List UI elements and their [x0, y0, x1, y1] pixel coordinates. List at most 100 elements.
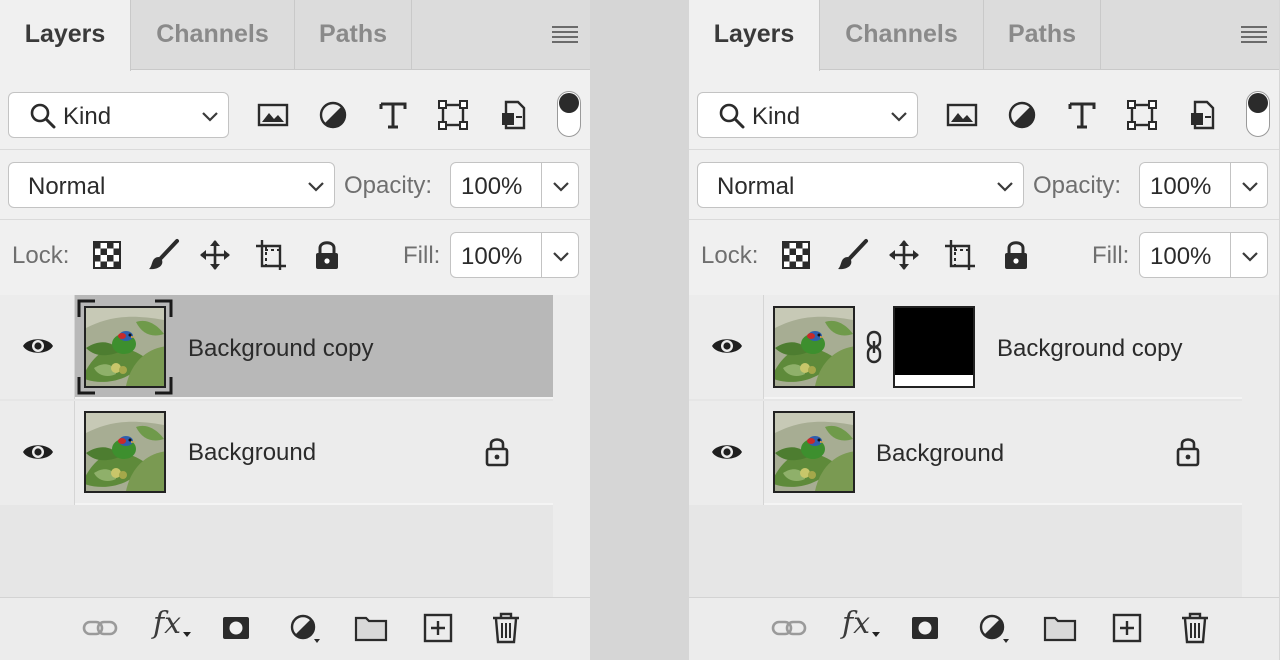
- lock-label: Lock:: [701, 242, 759, 269]
- panel-menu-icon[interactable]: [1241, 26, 1267, 44]
- new-adjustment-icon[interactable]: [975, 611, 1013, 645]
- opacity-field[interactable]: 100%: [450, 162, 579, 208]
- lock-all-icon[interactable]: [999, 238, 1033, 272]
- eye-icon: [711, 441, 743, 463]
- lock-label: Lock:: [12, 242, 70, 269]
- panel-menu-icon[interactable]: [552, 26, 578, 44]
- layer-mask-thumbnail[interactable]: [893, 306, 975, 388]
- filter-toggle-switch[interactable]: [557, 91, 581, 137]
- shape-filter-icon[interactable]: [1125, 98, 1159, 132]
- lock-artboard-icon[interactable]: [254, 238, 288, 272]
- type-filter-icon[interactable]: [1065, 98, 1099, 132]
- layer-row[interactable]: Background: [689, 401, 1242, 505]
- chevron-down-icon[interactable]: [552, 251, 570, 263]
- layer-name[interactable]: Background copy: [188, 335, 373, 363]
- type-filter-icon[interactable]: [376, 98, 410, 132]
- fx-icon[interactable]: fx: [842, 606, 881, 641]
- blend-mode-select[interactable]: Normal: [8, 162, 335, 208]
- visibility-toggle[interactable]: [689, 295, 764, 399]
- opacity-field[interactable]: 100%: [1139, 162, 1268, 208]
- fill-label: Fill:: [1092, 242, 1130, 269]
- lock-icon[interactable]: [484, 435, 510, 467]
- shape-filter-icon[interactable]: [436, 98, 470, 132]
- add-mask-icon[interactable]: [906, 611, 944, 645]
- lock-transparent-pixels-icon[interactable]: [90, 238, 124, 272]
- tab-paths[interactable]: Paths: [295, 0, 412, 70]
- fill-field[interactable]: 100%: [450, 232, 579, 278]
- chevron-down-icon[interactable]: [1241, 181, 1259, 193]
- new-layer-icon[interactable]: [419, 611, 457, 645]
- filter-kind-label: Kind: [752, 103, 801, 130]
- eye-icon: [22, 441, 54, 463]
- tab-layers[interactable]: Layers: [0, 0, 131, 71]
- lock-image-pixels-icon[interactable]: [836, 238, 870, 272]
- link-layers-icon[interactable]: [770, 611, 808, 645]
- lock-all-icon[interactable]: [310, 238, 344, 272]
- scrollbar[interactable]: [553, 295, 590, 597]
- layers-list: Background copy Background: [0, 295, 590, 597]
- visibility-toggle[interactable]: [0, 295, 75, 399]
- lock-image-pixels-icon[interactable]: [147, 238, 181, 272]
- layers-list: Background copy Background: [689, 295, 1279, 597]
- tab-paths[interactable]: Paths: [984, 0, 1101, 70]
- tab-layers[interactable]: Layers: [689, 0, 820, 71]
- filter-kind-select[interactable]: Kind: [8, 92, 229, 138]
- layer-name[interactable]: Background: [188, 439, 316, 467]
- panel-tab-bar: Layers Channels Paths: [689, 0, 1279, 71]
- chevron-down-icon: [996, 181, 1014, 193]
- fx-label: fx: [842, 606, 871, 641]
- layer-row[interactable]: Background copy: [0, 295, 553, 399]
- smart-object-filter-icon[interactable]: [1186, 98, 1220, 132]
- panel-tab-bar: Layers Channels Paths: [0, 0, 590, 71]
- fill-value: 100%: [1150, 243, 1212, 270]
- link-layers-icon[interactable]: [81, 611, 119, 645]
- smart-object-filter-icon[interactable]: [497, 98, 531, 132]
- opacity-value: 100%: [461, 173, 523, 200]
- visibility-toggle[interactable]: [689, 401, 764, 505]
- image-filter-icon[interactable]: [945, 98, 979, 132]
- lock-position-icon[interactable]: [198, 238, 232, 272]
- chevron-down-icon[interactable]: [1241, 251, 1259, 263]
- opacity-value: 100%: [1150, 173, 1212, 200]
- layer-name[interactable]: Background copy: [997, 335, 1182, 363]
- search-icon: [718, 102, 746, 130]
- layer-thumbnail[interactable]: [84, 411, 166, 493]
- blend-mode-select[interactable]: Normal: [697, 162, 1024, 208]
- lock-artboard-icon[interactable]: [943, 238, 977, 272]
- tab-channels[interactable]: Channels: [820, 0, 984, 70]
- layer-thumbnail[interactable]: [84, 306, 166, 388]
- lock-icon[interactable]: [1175, 435, 1201, 467]
- layer-thumbnail[interactable]: [773, 306, 855, 388]
- new-adjustment-icon[interactable]: [286, 611, 324, 645]
- image-filter-icon[interactable]: [256, 98, 290, 132]
- chevron-down-icon[interactable]: [552, 181, 570, 193]
- eye-icon: [22, 335, 54, 357]
- adjustment-filter-icon[interactable]: [316, 98, 350, 132]
- layer-name[interactable]: Background: [876, 440, 1004, 468]
- new-group-icon[interactable]: [1041, 611, 1079, 645]
- mask-link-icon[interactable]: [865, 330, 883, 364]
- add-mask-icon[interactable]: [217, 611, 255, 645]
- fx-icon[interactable]: fx: [153, 606, 192, 641]
- scrollbar[interactable]: [1242, 295, 1279, 597]
- fill-field[interactable]: 100%: [1139, 232, 1268, 278]
- layers-bottom-bar: fx: [0, 597, 590, 660]
- fx-label: fx: [153, 606, 182, 641]
- layer-row[interactable]: Background: [0, 401, 553, 505]
- adjustment-filter-icon[interactable]: [1005, 98, 1039, 132]
- layer-row[interactable]: Background copy: [689, 295, 1242, 399]
- delete-layer-icon[interactable]: [1176, 611, 1214, 645]
- chevron-down-icon: [890, 111, 908, 123]
- lock-position-icon[interactable]: [887, 238, 921, 272]
- blend-mode-value: Normal: [717, 173, 795, 200]
- filter-kind-select[interactable]: Kind: [697, 92, 918, 138]
- chevron-down-icon: [201, 111, 219, 123]
- lock-transparent-pixels-icon[interactable]: [779, 238, 813, 272]
- tab-channels[interactable]: Channels: [131, 0, 295, 70]
- layer-thumbnail[interactable]: [773, 411, 855, 493]
- new-group-icon[interactable]: [352, 611, 390, 645]
- visibility-toggle[interactable]: [0, 401, 75, 505]
- filter-toggle-switch[interactable]: [1246, 91, 1270, 137]
- new-layer-icon[interactable]: [1108, 611, 1146, 645]
- delete-layer-icon[interactable]: [487, 611, 525, 645]
